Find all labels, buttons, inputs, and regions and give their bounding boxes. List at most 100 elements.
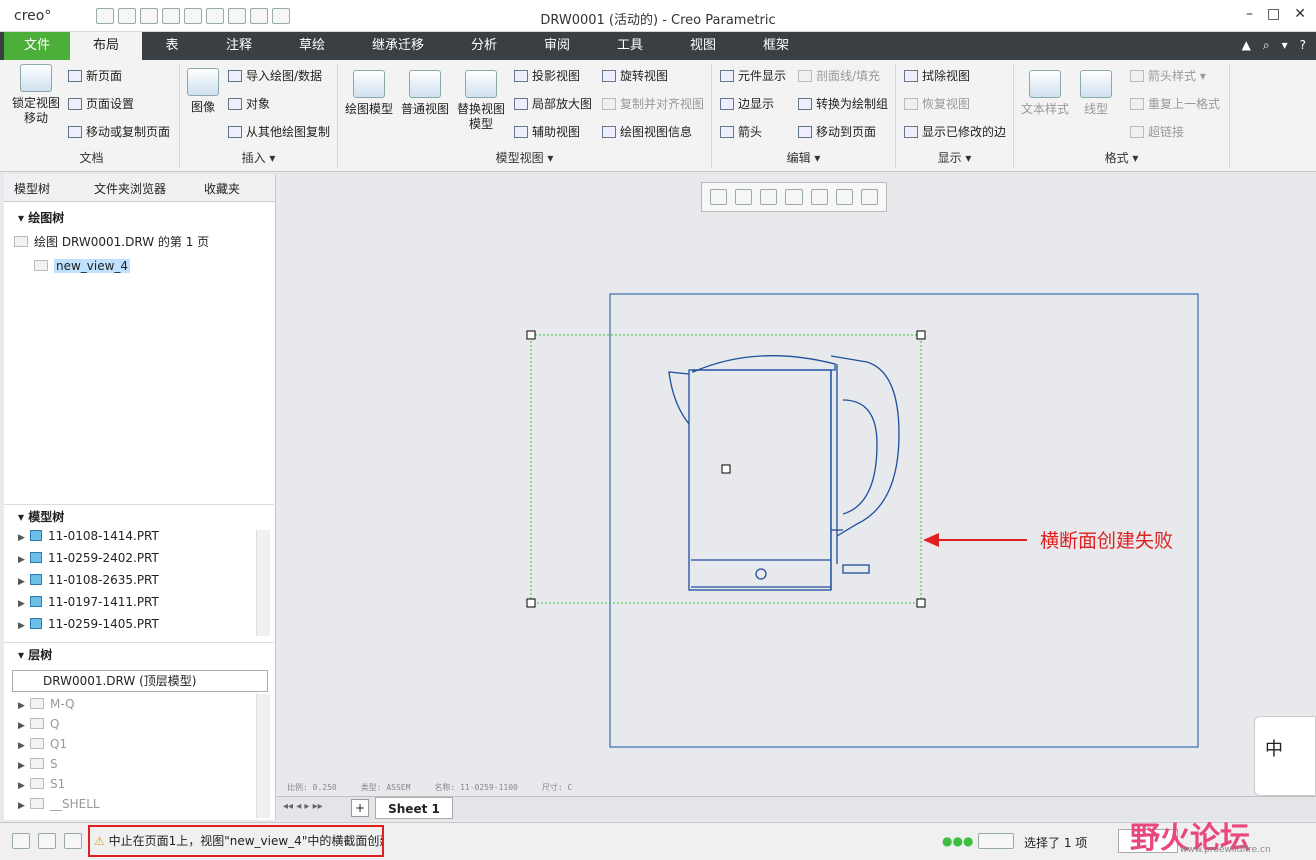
tab-model-tree[interactable]: 模型树	[14, 180, 50, 197]
menu-tab-1[interactable]: 布局	[70, 32, 142, 60]
model-tree-header[interactable]: ▾ 模型树	[4, 504, 274, 528]
menu-tab-9[interactable]: 视图	[666, 32, 740, 60]
layer-tree-scrollbar[interactable]	[256, 694, 270, 818]
section-line-fill-button[interactable]: 剖面线/填充	[798, 66, 880, 86]
menu-tab-4[interactable]: 草绘	[276, 32, 348, 60]
ribbon-group-label[interactable]: 文档	[4, 149, 179, 166]
repeat-last-format-icon	[1130, 98, 1144, 110]
layer-tree-header[interactable]: ▾ 层树	[4, 642, 274, 666]
search-icon[interactable]: ⌕	[1263, 38, 1270, 53]
resume-view-button[interactable]: 恢复视图	[904, 94, 970, 114]
menu-tab-3[interactable]: 注释	[202, 32, 276, 60]
navigator-toggle-icon[interactable]	[12, 833, 30, 849]
layer-tree-item[interactable]: ▶ S	[18, 754, 58, 774]
menu-tab-10[interactable]: 框架	[740, 32, 812, 60]
expand-arrow-icon[interactable]: ▶	[18, 696, 30, 716]
arrow-button[interactable]: 箭头	[720, 122, 762, 142]
lock-view-move-button[interactable]: 锁定视图 移动	[8, 64, 64, 126]
expand-arrow-icon[interactable]: ▶	[18, 550, 30, 570]
page-setup-button[interactable]: 页面设置	[68, 94, 134, 114]
hyperlink-button[interactable]: 超链接	[1130, 122, 1184, 142]
expand-arrow-icon[interactable]: ▶	[18, 528, 30, 548]
image-button[interactable]: 图像	[184, 68, 222, 115]
repeat-last-format-button[interactable]: 重复上一格式	[1130, 94, 1220, 114]
copy-from-other-drawing-button[interactable]: 从其他绘图复制	[228, 122, 330, 142]
menu-tab-0[interactable]: 文件	[4, 32, 70, 60]
replace-view-model-button[interactable]: 替换视图 模型	[454, 70, 508, 132]
help-icon[interactable]: ?	[1300, 38, 1306, 53]
minimize-button[interactable]: –	[1246, 6, 1253, 22]
expand-arrow-icon[interactable]: ▶	[18, 594, 30, 614]
drawing-view-item[interactable]: new_view_4	[34, 256, 131, 276]
ribbon-group-label[interactable]: 显示 ▾	[896, 149, 1013, 166]
general-view-button[interactable]: 普通视图	[398, 70, 452, 117]
model-tree-item[interactable]: ▶ 11-0197-1411.PRT	[18, 592, 159, 612]
close-button[interactable]: ✕	[1294, 6, 1306, 22]
layer-tree-item[interactable]: ▶ M-Q	[18, 694, 75, 714]
browser-toggle-icon[interactable]	[38, 833, 56, 849]
layer-model-select[interactable]: DRW0001.DRW (顶层模型)	[12, 670, 268, 692]
menu-tab-5[interactable]: 继承迁移	[348, 32, 448, 60]
expand-arrow-icon[interactable]: ▶	[18, 716, 30, 736]
object-button[interactable]: 对象	[228, 94, 270, 114]
menu-tab-6[interactable]: 分析	[448, 32, 520, 60]
auxiliary-view-button[interactable]: 辅助视图	[514, 122, 580, 142]
model-tree-item[interactable]: ▶ 11-0259-2402.PRT	[18, 548, 159, 568]
menu-tab-7[interactable]: 审阅	[520, 32, 594, 60]
maximize-button[interactable]: □	[1267, 6, 1280, 22]
convert-to-draft-group-button[interactable]: 转换为绘制组	[798, 94, 888, 114]
tab-folder-browser[interactable]: 文件夹浏览器	[94, 180, 166, 197]
new-page-button[interactable]: 新页面	[68, 66, 122, 86]
edge-display-button[interactable]: 边显示	[720, 94, 774, 114]
expand-arrow-icon[interactable]: ▶	[18, 736, 30, 756]
expand-arrow-icon[interactable]: ▶	[18, 756, 30, 776]
expand-arrow-icon[interactable]: ▶	[18, 616, 30, 636]
model-tree-item[interactable]: ▶ 11-0108-2635.PRT	[18, 570, 159, 590]
drawing-tree-header[interactable]: ▾ 绘图树	[4, 206, 274, 230]
layer-tree-item[interactable]: ▶ __SHELL	[18, 794, 100, 814]
model-tree-item[interactable]: ▶ 11-0108-1414.PRT	[18, 526, 159, 546]
ime-widget[interactable]: 中	[1254, 716, 1316, 796]
model-tree-item[interactable]: ▶ 11-0259-1405.PRT	[18, 614, 159, 634]
ribbon-group-label[interactable]: 格式 ▾	[1014, 149, 1229, 166]
layer-tree-item[interactable]: ▶ Q	[18, 714, 59, 734]
layer-tree-item[interactable]: ▶ Q1	[18, 734, 67, 754]
line-style-button[interactable]: 线型	[1076, 70, 1116, 117]
layer-tree-item[interactable]: ▶ S1	[18, 774, 65, 794]
arrow-style-button[interactable]: 箭头样式 ▾	[1130, 66, 1206, 86]
add-sheet-button[interactable]: +	[351, 799, 369, 817]
sheet-tab[interactable]: Sheet 1	[375, 797, 453, 819]
model-tree-scrollbar[interactable]	[256, 530, 270, 636]
erase-view-button[interactable]: 拭除视图	[904, 66, 970, 86]
drawing-model-button[interactable]: 绘图模型	[342, 70, 396, 117]
show-modified-edges-button[interactable]: 显示已修改的边	[904, 122, 1006, 142]
drawing-tree-root[interactable]: 绘图 DRW0001.DRW 的第 1 页	[14, 232, 209, 252]
move-to-page-button[interactable]: 移动到页面	[798, 122, 876, 142]
expand-arrow-icon[interactable]: ▶	[18, 796, 30, 816]
text-style-button[interactable]: 文本样式	[1018, 70, 1072, 117]
hat-icon[interactable]: ▾	[1282, 38, 1288, 53]
projection-view-button[interactable]: 投影视图	[514, 66, 580, 86]
expand-arrow-icon[interactable]: ▶	[18, 776, 30, 796]
menu-tab-8[interactable]: 工具	[594, 32, 666, 60]
tab-favorites[interactable]: 收藏夹	[204, 180, 240, 197]
find-icon[interactable]	[978, 833, 1014, 849]
menu-tab-2[interactable]: 表	[142, 32, 202, 60]
component-display-button[interactable]: 元件显示	[720, 66, 786, 86]
button-label: 箭头	[738, 125, 763, 139]
expand-arrow-icon[interactable]: ▶	[18, 572, 30, 592]
fullscreen-icon[interactable]	[64, 833, 82, 849]
copy-from-other-drawing-icon	[228, 126, 242, 138]
drawing-view-info-button[interactable]: 绘图视图信息	[602, 122, 692, 142]
copy-align-view-button[interactable]: 复制并对齐视图	[602, 94, 704, 114]
rotate-view-button[interactable]: 旋转视图	[602, 66, 668, 86]
ribbon-group-label[interactable]: 插入 ▾	[180, 149, 337, 166]
ribbon-group-label[interactable]: 编辑 ▾	[712, 149, 895, 166]
ribbon-group-label[interactable]: 模型视图 ▾	[338, 149, 711, 166]
move-copy-page-button[interactable]: 移动或复制页面	[68, 122, 170, 142]
sheet-nav-arrows[interactable]: ◂◂ ◂ ▸ ▸▸	[283, 801, 323, 812]
ribbon-collapse-icon[interactable]: ▲	[1242, 38, 1251, 53]
detailed-view-button[interactable]: 局部放大图	[514, 94, 592, 114]
import-drawing-data-button[interactable]: 导入绘图/数据	[228, 66, 322, 86]
drawing-canvas[interactable]: 横断面创建失败 比例: 0.250 类型: ASSEM 名称: 11-0259-…	[277, 174, 1316, 794]
